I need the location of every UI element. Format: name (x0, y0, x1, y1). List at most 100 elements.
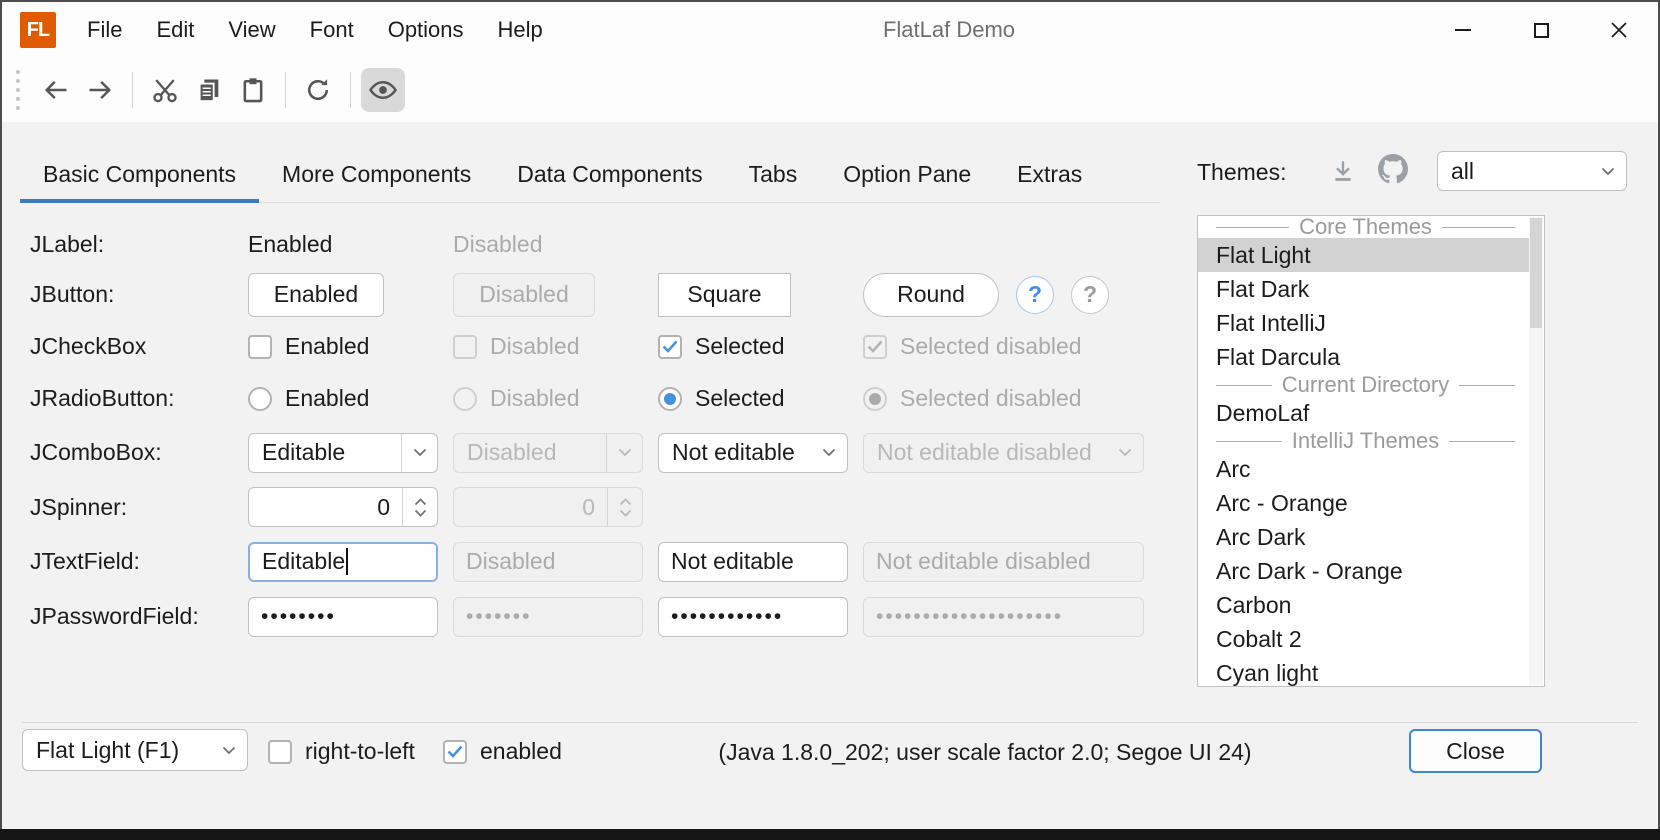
menu-options[interactable]: Options (371, 2, 481, 58)
combobox-editable[interactable]: Editable (248, 433, 438, 473)
chevron-down-icon[interactable] (811, 434, 847, 472)
textfield-value: Editable (262, 548, 345, 575)
help-button[interactable]: ? (1016, 276, 1054, 314)
square-button[interactable]: Square (658, 273, 791, 317)
window-bottom-edge (0, 829, 1660, 840)
theme-item-flat-light[interactable]: Flat Light (1198, 238, 1529, 272)
minimize-button[interactable] (1424, 2, 1502, 58)
radio-selected-icon (658, 387, 682, 411)
refresh-button[interactable] (296, 68, 340, 112)
textfield-not-editable[interactable]: Not editable (658, 542, 848, 582)
jcombobox-row-label: JComboBox: (30, 425, 248, 480)
theme-item-carbon[interactable]: Carbon (1198, 588, 1529, 622)
tab-more-components[interactable]: More Components (259, 146, 494, 202)
checkbox-label: right-to-left (305, 738, 415, 765)
spinner-enabled[interactable]: 0 (248, 487, 438, 527)
theme-filter-combobox[interactable]: all (1437, 151, 1627, 191)
passwordfield-enabled[interactable]: •••••••• (248, 597, 438, 637)
theme-filter-value: all (1438, 158, 1590, 185)
theme-item-cyan-light[interactable]: Cyan light (1198, 656, 1529, 687)
theme-item-arc-dark[interactable]: Arc Dark (1198, 520, 1529, 554)
close-button[interactable]: Close (1409, 729, 1542, 773)
menu-bar: File Edit View Font Options Help (70, 2, 560, 58)
forward-button[interactable] (78, 68, 122, 112)
close-window-button[interactable] (1580, 2, 1658, 58)
right-to-left-checkbox[interactable]: right-to-left (268, 738, 415, 765)
theme-group-separator: IntelliJ Themes (1198, 430, 1529, 452)
radio-icon (248, 387, 272, 411)
toolbar-grip-handle[interactable] (16, 70, 20, 110)
themes-scrollbar[interactable] (1529, 217, 1543, 685)
chevron-down-icon (1107, 434, 1143, 472)
checkbox-enabled[interactable]: Enabled (248, 333, 369, 360)
cut-button[interactable] (143, 68, 187, 112)
jradiobutton-row-label: JRadioButton: (30, 372, 248, 425)
paste-button[interactable] (231, 68, 275, 112)
laf-selector-combobox[interactable]: Flat Light (F1) (22, 729, 248, 771)
text-caret (346, 548, 348, 575)
tab-tabs[interactable]: Tabs (726, 146, 821, 202)
refresh-icon (304, 76, 332, 104)
chevron-down-icon[interactable] (401, 434, 437, 472)
combobox-value: Editable (249, 439, 401, 466)
download-themes-button[interactable] (1326, 154, 1360, 188)
chevron-down-icon[interactable] (211, 730, 247, 770)
menu-edit[interactable]: Edit (139, 2, 211, 58)
menu-font[interactable]: Font (293, 2, 371, 58)
tab-option-pane[interactable]: Option Pane (820, 146, 994, 202)
spinner-buttons[interactable] (402, 488, 437, 526)
tab-basic-components[interactable]: Basic Components (20, 146, 259, 202)
spinner-value[interactable]: 0 (249, 494, 402, 521)
theme-group-separator: Current Directory (1198, 374, 1529, 396)
tab-label: More Components (282, 161, 471, 188)
theme-item-flat-dark[interactable]: Flat Dark (1198, 272, 1529, 306)
jcheckbox-row-label: JCheckBox (30, 321, 248, 372)
chevron-up-icon (619, 498, 632, 506)
statusbar-separator (22, 722, 1638, 723)
round-button[interactable]: Round (863, 273, 999, 317)
checkbox-checked-icon (863, 335, 887, 359)
textfield-editable[interactable]: Editable (248, 542, 438, 582)
tab-data-components[interactable]: Data Components (494, 146, 725, 202)
theme-item-arc-dark-orange[interactable]: Arc Dark - Orange (1198, 554, 1529, 588)
title-bar: FL File Edit View Font Options Help Flat… (2, 2, 1658, 58)
scrollbar-thumb[interactable] (1530, 218, 1542, 328)
enabled-button[interactable]: Enabled (248, 273, 384, 317)
checkbox-selected[interactable]: Selected (658, 333, 785, 360)
radio-enabled[interactable]: Enabled (248, 385, 369, 412)
combobox-value: Not editable (659, 439, 811, 466)
menu-help[interactable]: Help (481, 2, 560, 58)
menu-view[interactable]: View (211, 2, 292, 58)
chevron-down-icon (619, 509, 632, 517)
combobox-not-editable[interactable]: Not editable (658, 433, 848, 473)
github-button[interactable] (1376, 152, 1410, 186)
arrow-right-icon (86, 76, 114, 104)
minimize-icon (1455, 29, 1471, 31)
radio-selected[interactable]: Selected (658, 385, 785, 412)
chevron-down-icon (1590, 152, 1626, 190)
passwordfield-not-editable[interactable]: •••••••••••• (658, 597, 848, 637)
tab-extras[interactable]: Extras (994, 146, 1105, 202)
theme-item-arc[interactable]: Arc (1198, 452, 1529, 486)
download-icon (1330, 158, 1356, 184)
spinner-buttons (607, 488, 642, 526)
menu-file[interactable]: File (70, 2, 139, 58)
theme-item-cobalt-2[interactable]: Cobalt 2 (1198, 622, 1529, 656)
show-toggle-button[interactable] (361, 68, 405, 112)
tab-label: Extras (1017, 161, 1082, 188)
theme-group-separator: Core Themes (1198, 216, 1529, 238)
toolbar-separator (285, 72, 286, 108)
theme-item-demolaf[interactable]: DemoLaf (1198, 396, 1529, 430)
theme-item-flat-intellij[interactable]: Flat IntelliJ (1198, 306, 1529, 340)
theme-item-arc-orange[interactable]: Arc - Orange (1198, 486, 1529, 520)
enabled-checkbox[interactable]: enabled (443, 738, 562, 765)
jtextfield-row-label: JTextField: (30, 534, 248, 589)
radio-label: Disabled (490, 385, 580, 412)
window-title: FlatLaf Demo (883, 17, 1015, 43)
combobox-disabled: Disabled (453, 433, 643, 473)
tab-label: Option Pane (843, 161, 971, 188)
theme-item-flat-darcula[interactable]: Flat Darcula (1198, 340, 1529, 374)
maximize-button[interactable] (1502, 2, 1580, 58)
back-button[interactable] (34, 68, 78, 112)
copy-button[interactable] (187, 68, 231, 112)
